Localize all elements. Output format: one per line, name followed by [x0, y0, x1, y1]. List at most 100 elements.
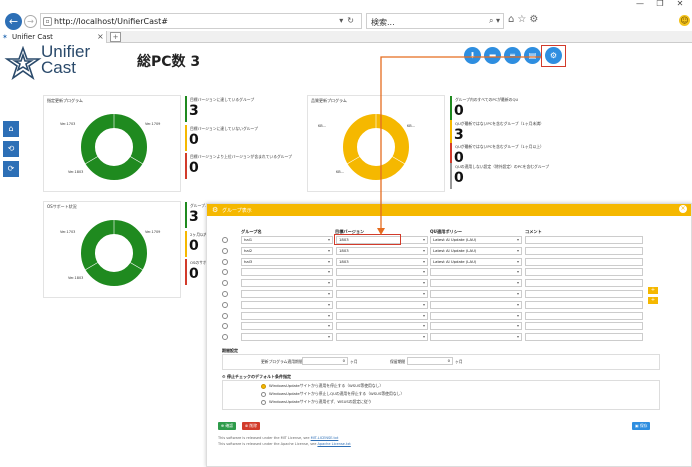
comment-input[interactable]	[525, 300, 643, 309]
comment-input[interactable]	[525, 322, 643, 331]
search-icon[interactable]: ⌕	[489, 16, 493, 25]
stat-color-bar	[450, 96, 452, 122]
save-button[interactable]: ▣ 保存	[632, 422, 651, 430]
hold-period-input[interactable]: 0	[407, 357, 453, 365]
license-note-2: This software is released under the Apac…	[218, 442, 351, 446]
comment-input[interactable]	[525, 279, 643, 288]
delete-button[interactable]: ⊗ 削除	[242, 422, 260, 430]
chevron-down-icon: ▾	[516, 312, 519, 318]
confirm-button[interactable]: ⊕ 確認	[218, 422, 236, 430]
save-label: 保存	[639, 423, 648, 428]
policy-cell[interactable]: ▾	[430, 268, 522, 277]
radio[interactable]	[261, 399, 266, 405]
option-label: WindowsUpdateサイトから停止しQUの適用を停止する（WSUS等使用な…	[269, 391, 405, 396]
feedback-smiley-icon[interactable]: ☺	[679, 15, 690, 26]
tab-label: Unifier Cast	[12, 33, 53, 41]
default-option-2[interactable]: WindowsUpdateサイトから停止しQUの適用を停止する（WSUS等使用な…	[261, 391, 404, 397]
version-cell[interactable]: ▾	[336, 300, 428, 309]
tab-close-icon[interactable]: ×	[97, 32, 104, 41]
back-button[interactable]: ←	[5, 13, 22, 30]
window-titlebar	[0, 0, 692, 9]
version-cell[interactable]: ▾	[336, 268, 428, 277]
highlight-settings-button	[541, 45, 566, 67]
row-radio[interactable]	[222, 247, 228, 254]
policy-cell[interactable]: Latest AI Update (LAU) ▾	[430, 257, 522, 266]
row-radio[interactable]	[222, 291, 228, 297]
row-radio[interactable]	[222, 237, 228, 243]
row-radio[interactable]	[222, 301, 228, 308]
radio[interactable]	[261, 391, 266, 397]
print-button[interactable]: ▤	[524, 47, 541, 64]
url-input[interactable]: ▫ http://localhost/UnifierCast# ▾↻	[40, 13, 362, 29]
radio-selected[interactable]	[261, 383, 266, 389]
row-remove-button[interactable]: +	[648, 297, 658, 304]
group-cell[interactable]: ▾	[241, 311, 333, 320]
stat-value: 0	[189, 238, 199, 254]
version-cell[interactable]: ▾	[336, 279, 428, 288]
home-nav-button[interactable]: ⌂	[3, 121, 19, 137]
search-input[interactable]: 検索... ⌕ ▾	[366, 13, 504, 29]
version-cell[interactable]: ▾	[336, 290, 428, 298]
policy-cell[interactable]: Latest AI Update (LAU) ▾	[430, 236, 522, 244]
chevron-down-icon: ▾	[516, 258, 519, 264]
policy-cell[interactable]: ▾	[430, 311, 522, 320]
group-cell[interactable]: hal3 ▾	[241, 257, 333, 266]
comment-input[interactable]	[525, 268, 643, 277]
arrow-right-icon: →	[27, 17, 34, 26]
group-cell[interactable]: hal2 ▾	[241, 246, 333, 255]
policy-cell[interactable]: ▾	[430, 279, 522, 288]
comment-input[interactable]	[525, 257, 643, 266]
version-cell[interactable]: 1803 ▾	[336, 246, 428, 255]
donut-label: Ver.1709	[145, 122, 161, 126]
refresh-icon[interactable]: ↻	[347, 16, 358, 25]
comment-input[interactable]	[525, 246, 643, 255]
card-title: 指定更新プログラム	[47, 98, 83, 103]
url-text: http://localhost/UnifierCast#	[54, 17, 169, 26]
policy-cell[interactable]: ▾	[430, 290, 522, 298]
policy-cell[interactable]: ▾	[430, 333, 522, 342]
restore-button[interactable]: ❐	[650, 0, 670, 9]
chevron-down-icon: ▾	[422, 247, 425, 253]
default-option-1[interactable]: WindowsUpdateサイトから適用を停止する（WSUS等使用なし）	[261, 383, 383, 389]
group-cell[interactable]: ▾	[241, 268, 333, 277]
close-window-button[interactable]: ✕	[670, 0, 690, 9]
nav-button-2[interactable]: ⟲	[3, 141, 19, 157]
forward-button[interactable]: →	[24, 15, 37, 28]
modal-close-button[interactable]: ×	[679, 205, 687, 213]
default-option-3[interactable]: WindowsUpdateサイトから適用せず、WSUSの設定に従う	[261, 399, 372, 405]
comment-input[interactable]	[525, 311, 643, 320]
group-cell[interactable]: ▾	[241, 279, 333, 288]
row-add-button[interactable]: +	[648, 287, 658, 294]
gear-icon[interactable]: ⚙	[529, 14, 541, 25]
license-link-1[interactable]: MIT-LICENSE.txt	[311, 436, 339, 440]
group-cell[interactable]: hal1 ▾	[241, 236, 333, 244]
update-period-input[interactable]: 0	[302, 357, 348, 365]
nav-button-3[interactable]: ⟳	[3, 161, 19, 177]
new-tab-button[interactable]: +	[110, 32, 121, 42]
comment-input[interactable]	[525, 236, 643, 244]
star-icon[interactable]: ☆	[517, 14, 529, 25]
download-button[interactable]: ⬇	[464, 47, 481, 64]
version-cell[interactable]: ▾	[336, 322, 428, 331]
policy-cell[interactable]: ▾	[430, 322, 522, 331]
version-cell[interactable]: 1803 ▾	[336, 257, 428, 266]
version-cell[interactable]: ▾	[336, 333, 428, 342]
minimize-button[interactable]: —	[630, 0, 650, 9]
policy-cell[interactable]: Latest AI Update (LAU) ▾	[430, 246, 522, 255]
license-link-2[interactable]: Apache License.txt	[317, 442, 350, 446]
comment-input[interactable]	[525, 333, 643, 342]
dropdown-icon[interactable]: ▾	[496, 16, 500, 25]
group-cell[interactable]: ▾	[241, 322, 333, 331]
home-icon[interactable]: ⌂	[508, 14, 517, 25]
minus-button[interactable]: ▬	[484, 47, 501, 64]
version-cell[interactable]: ▾	[336, 311, 428, 320]
row-radio[interactable]	[222, 258, 228, 265]
row-radio[interactable]	[222, 312, 228, 319]
list-button[interactable]: ≡	[504, 47, 521, 64]
group-cell[interactable]: ▾	[241, 300, 333, 309]
group-cell[interactable]: ▾	[241, 290, 333, 298]
chevron-down-icon: ▾	[516, 301, 519, 307]
policy-cell[interactable]: ▾	[430, 300, 522, 309]
group-cell[interactable]: ▾	[241, 333, 333, 342]
comment-input[interactable]	[525, 290, 643, 298]
